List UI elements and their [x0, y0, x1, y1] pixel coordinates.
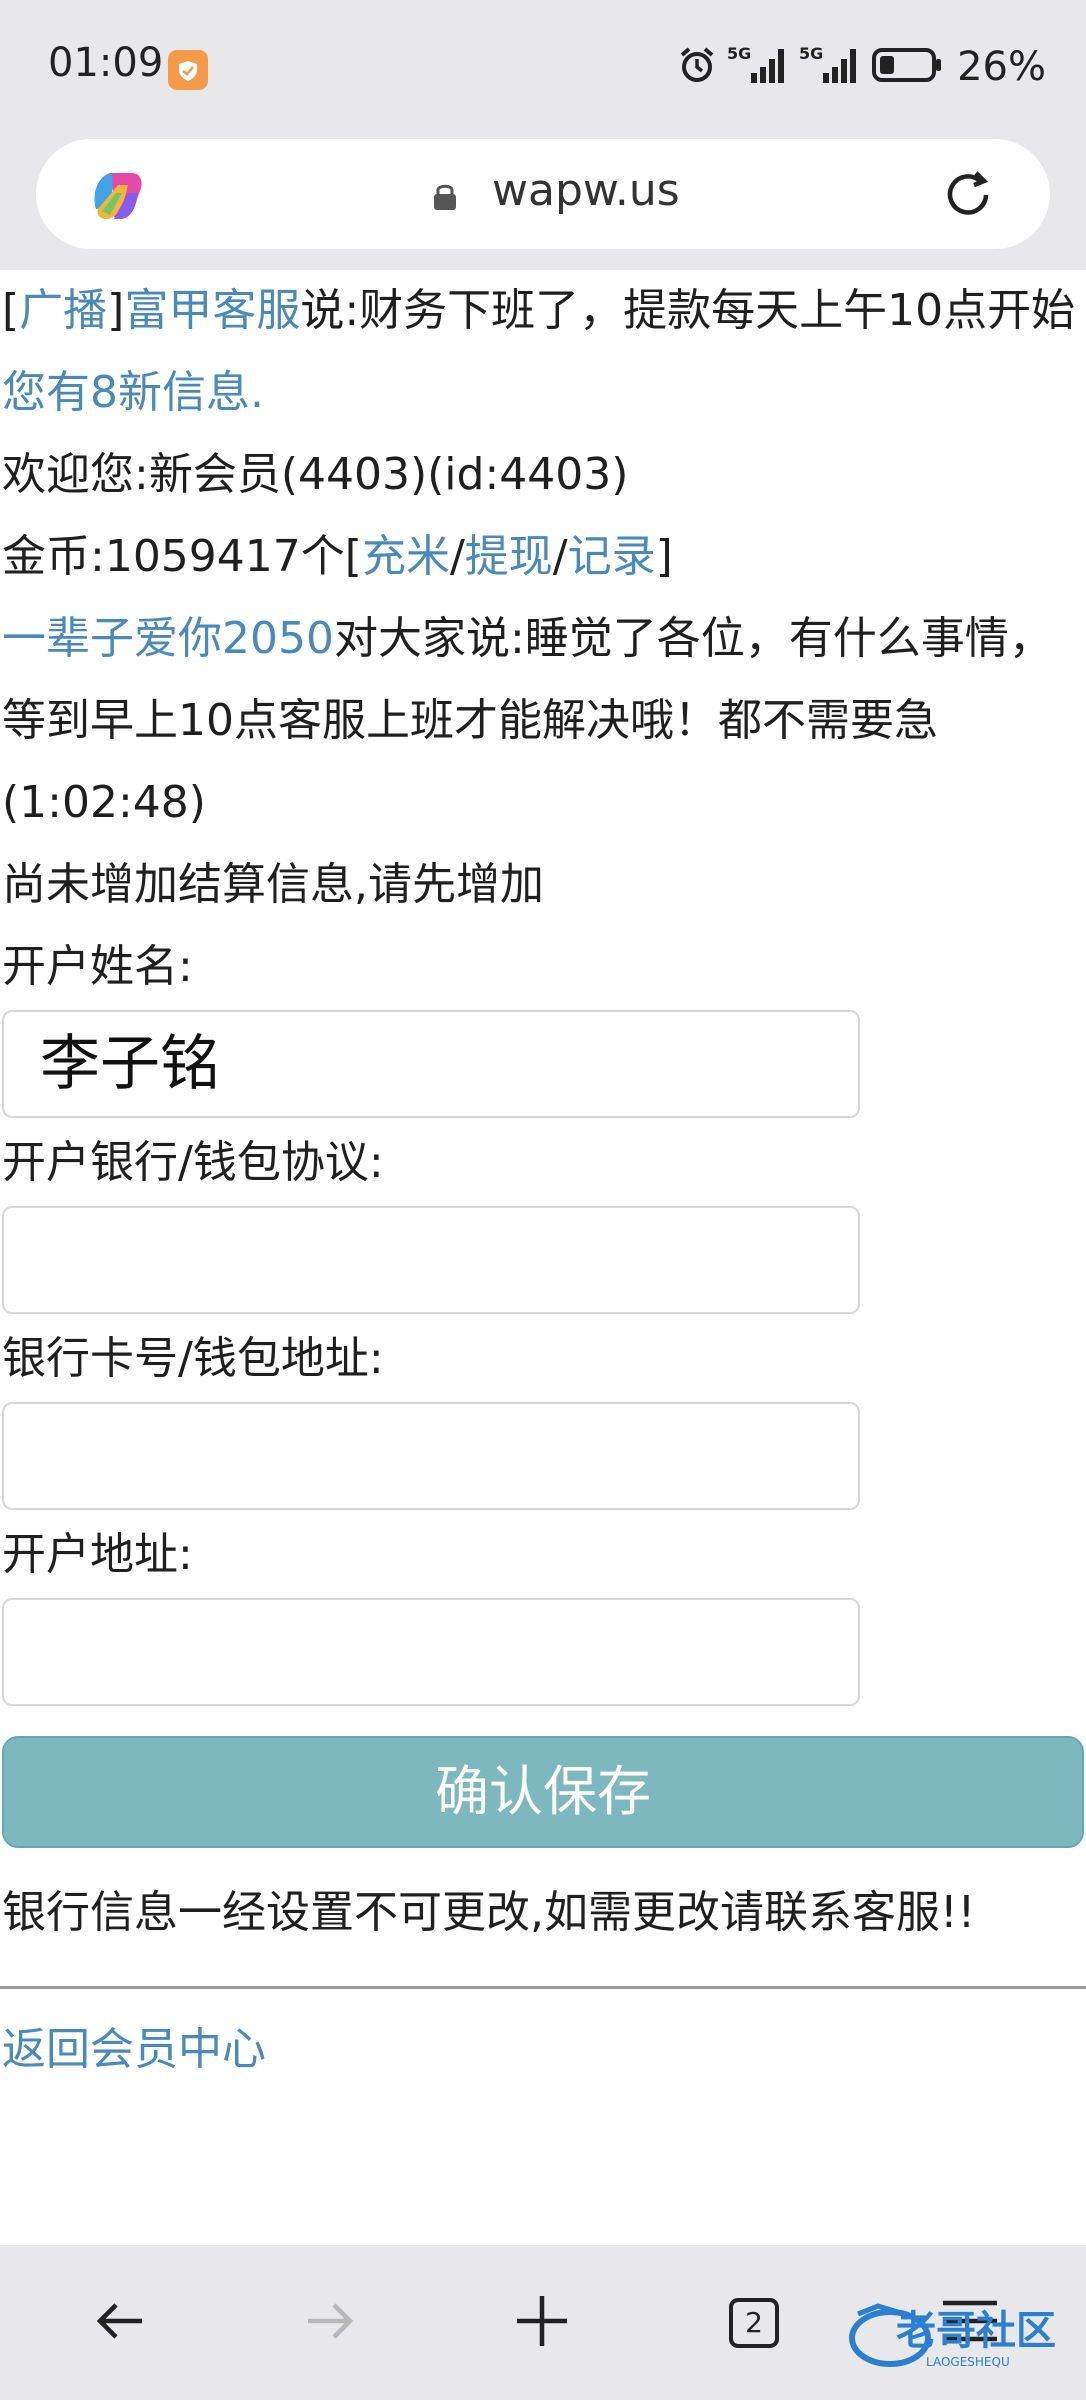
- chat-user-link[interactable]: 一辈子爱你2050: [2, 613, 334, 664]
- coins-sep-1: /: [449, 531, 465, 582]
- battery-icon: [871, 45, 943, 89]
- reload-icon[interactable]: [940, 167, 996, 227]
- save-button[interactable]: 确认保存: [2, 1736, 1084, 1848]
- copilot-logo-icon[interactable]: [84, 163, 150, 229]
- signal-5g-icon-2: 5G: [799, 43, 861, 91]
- records-link[interactable]: 记录: [568, 531, 656, 582]
- chat-line: 一辈子爱你2050对大家说:睡觉了各位，有什么事情，等到早上10点客服上班才能解…: [0, 598, 1086, 844]
- coins-line: 金币:1059417个[充米/提现/记录]: [0, 516, 1086, 598]
- shield-notification-icon: [168, 50, 208, 90]
- coins-sep-2: /: [552, 531, 568, 582]
- broadcast-line: [广播]富甲客服说:财务下班了，提款每天上午10点开始: [0, 270, 1086, 352]
- bracket-close: ]: [107, 285, 125, 336]
- broadcast-tag-link[interactable]: 广播: [19, 285, 107, 336]
- signal-5g-icon: 5G: [727, 43, 789, 91]
- browser-toolbar: wapw.us: [0, 135, 1086, 270]
- back-button[interactable]: [60, 2245, 180, 2400]
- bank-info-warning: 银行信息一经设置不可更改,如需更改请联系客服!!: [2, 1887, 976, 1938]
- card-number-label: 银行卡号/钱包地址:: [2, 1333, 384, 1384]
- broadcast-message: 说:财务下班了，提款每天上午10点开始: [300, 285, 1076, 336]
- coins-prefix: 金币:1059417个[: [2, 531, 362, 582]
- recharge-link[interactable]: 充米: [362, 531, 450, 582]
- url-text[interactable]: wapw.us: [492, 165, 680, 216]
- settlement-notice: 尚未增加结算信息,请先增加: [2, 859, 544, 910]
- watermark-logo: 老哥社区 LAOGESHEQU: [848, 2298, 1076, 2372]
- forward-button[interactable]: [270, 2245, 390, 2400]
- broadcast-sender-link[interactable]: 富甲客服: [124, 285, 300, 336]
- page-content: [广播]富甲客服说:财务下班了，提款每天上午10点开始 您有8新信息. 欢迎您:…: [0, 270, 1086, 2245]
- arrow-left-icon: [94, 2299, 146, 2347]
- bank-label: 开户银行/钱包协议:: [2, 1137, 384, 1188]
- new-tab-button[interactable]: [482, 2245, 602, 2400]
- status-icons: 5G 5G 26%: [677, 42, 1046, 92]
- divider: [0, 1986, 1086, 1989]
- tab-count: 2: [745, 2305, 763, 2339]
- bank-input[interactable]: [2, 1206, 860, 1314]
- alarm-icon: [677, 45, 717, 89]
- network-label-1: 5G: [727, 44, 751, 63]
- address-bar[interactable]: wapw.us: [36, 139, 1050, 249]
- network-label-2: 5G: [799, 44, 823, 63]
- back-to-member-center-link[interactable]: 返回会员中心: [2, 2024, 266, 2075]
- clock: 01:09: [48, 40, 164, 86]
- new-messages-link[interactable]: 您有8新信息.: [2, 367, 264, 418]
- coins-suffix: ]: [655, 531, 673, 582]
- bracket-open: [: [2, 285, 20, 336]
- watermark-subtext: LAOGESHEQU: [926, 2355, 1010, 2369]
- card-number-input[interactable]: [2, 1402, 860, 1510]
- tabs-button[interactable]: 2: [694, 2245, 814, 2400]
- tabs-icon: 2: [728, 2297, 780, 2349]
- account-address-input[interactable]: [2, 1598, 860, 1706]
- withdraw-link[interactable]: 提现: [465, 531, 553, 582]
- account-address-label: 开户地址:: [2, 1529, 193, 1580]
- account-name-input[interactable]: 李子铭: [2, 1010, 860, 1118]
- lock-icon: [432, 181, 458, 215]
- battery-percent: 26%: [957, 44, 1046, 90]
- plus-icon: [515, 2294, 569, 2352]
- status-bar: 01:09 5G 5G 26%: [0, 0, 1086, 135]
- arrow-right-icon: [304, 2299, 356, 2347]
- welcome-text: 欢迎您:新会员(4403)(id:4403): [2, 449, 629, 500]
- account-name-label: 开户姓名:: [2, 941, 193, 992]
- watermark-text: 老哥社区: [896, 2308, 1056, 2354]
